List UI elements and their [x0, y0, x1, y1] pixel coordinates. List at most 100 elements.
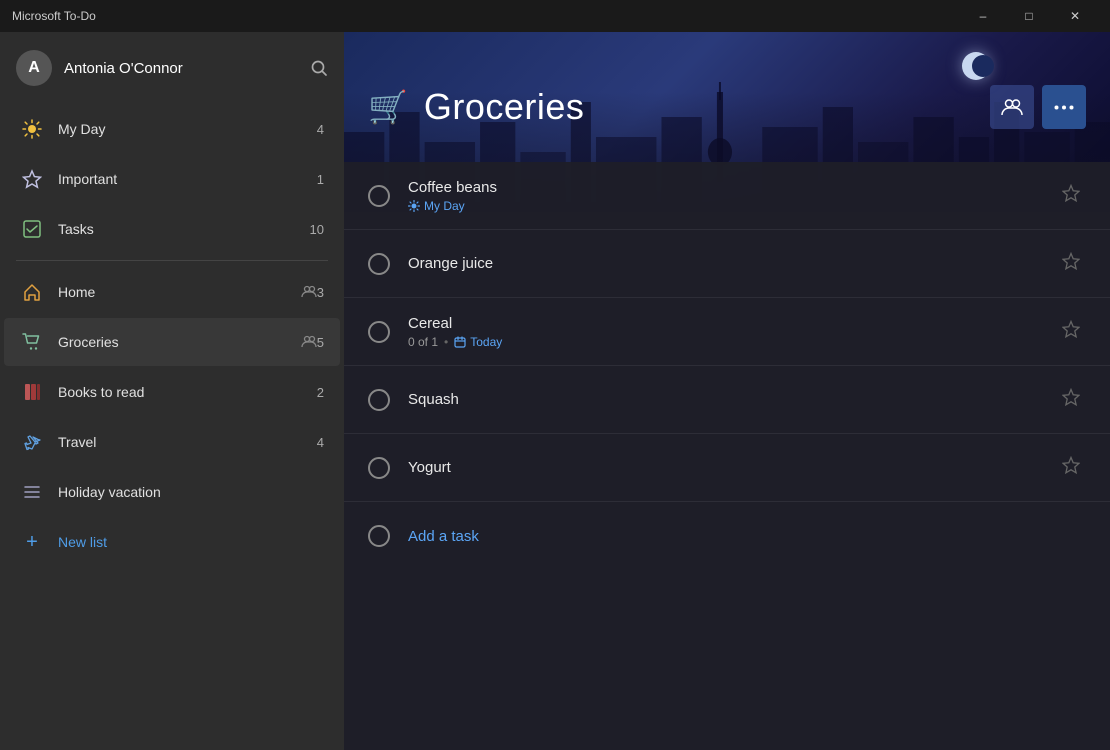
task-meta-cereal: 0 of 1 • Today — [408, 335, 1056, 349]
avatar[interactable]: A — [16, 50, 52, 86]
task-name-yogurt: Yogurt — [408, 459, 1056, 476]
user-header: A Antonia O'Connor — [0, 32, 344, 104]
task-content-yogurt: Yogurt — [408, 459, 1056, 476]
my-day-label: My Day — [58, 121, 317, 137]
sidebar-item-groceries[interactable]: Groceries 5 — [4, 318, 340, 366]
home-icon — [20, 280, 44, 304]
more-options-button[interactable] — [1042, 85, 1086, 129]
add-task-item[interactable]: Add a task — [344, 502, 1110, 570]
more-dots-icon — [1054, 105, 1074, 110]
task-content-orange-juice: Orange juice — [408, 255, 1056, 272]
task-steps-cereal: 0 of 1 — [408, 335, 438, 349]
task-due-cereal: Today — [454, 335, 502, 349]
header-cart-icon: 🛒 — [368, 88, 408, 126]
main-layout: A Antonia O'Connor — [0, 32, 1110, 750]
task-due-label-cereal: Today — [470, 335, 502, 349]
sidebar-item-travel[interactable]: Travel 4 — [4, 418, 340, 466]
content-title: Groceries — [424, 86, 585, 128]
sun-meta-icon — [408, 200, 420, 212]
calendar-icon — [454, 336, 466, 348]
travel-count: 4 — [317, 435, 324, 450]
add-task-label: Add a task — [408, 528, 479, 545]
sidebar-item-important[interactable]: Important 1 — [4, 155, 340, 203]
minimize-button[interactable]: – — [960, 0, 1006, 32]
titlebar: Microsoft To-Do – □ ✕ — [0, 0, 1110, 32]
task-star-cereal[interactable] — [1056, 314, 1086, 349]
plus-icon: + — [20, 530, 44, 554]
app-title: Microsoft To-Do — [12, 9, 96, 23]
user-info: A Antonia O'Connor — [16, 50, 183, 86]
cart-icon — [20, 330, 44, 354]
task-item-cereal[interactable]: Cereal 0 of 1 • Today — [344, 298, 1110, 366]
task-dot-cereal: • — [444, 335, 448, 349]
nav-divider — [16, 260, 328, 261]
my-day-meta-label: My Day — [424, 199, 465, 213]
task-checkbox-cereal[interactable] — [368, 321, 390, 343]
task-list: Coffee beans — [344, 162, 1110, 750]
home-count: 3 — [317, 285, 324, 300]
task-item-yogurt[interactable]: Yogurt — [344, 434, 1110, 502]
task-star-coffee-beans[interactable] — [1056, 178, 1086, 213]
content-area: 🛒 Groceries — [344, 32, 1110, 750]
task-content-coffee-beans: Coffee beans — [408, 179, 1056, 213]
list-icon — [20, 480, 44, 504]
home-shared-icon — [301, 285, 317, 300]
book-icon — [20, 380, 44, 404]
groceries-count: 5 — [317, 335, 324, 350]
sidebar-item-books-to-read[interactable]: Books to read 2 — [4, 368, 340, 416]
sidebar: A Antonia O'Connor — [0, 32, 344, 750]
new-list-item[interactable]: + New list — [4, 518, 340, 566]
star-icon — [20, 167, 44, 191]
task-checkbox-coffee-beans[interactable] — [368, 185, 390, 207]
task-item-squash[interactable]: Squash — [344, 366, 1110, 434]
task-name-squash: Squash — [408, 391, 1056, 408]
sidebar-item-tasks[interactable]: Tasks 10 — [4, 205, 340, 253]
user-name: Antonia O'Connor — [64, 60, 183, 77]
important-count: 1 — [317, 172, 324, 187]
my-day-meta: My Day — [408, 199, 465, 213]
sidebar-item-home[interactable]: Home 3 — [4, 268, 340, 316]
tasks-label: Tasks — [58, 221, 310, 237]
task-content-squash: Squash — [408, 391, 1056, 408]
share-button[interactable] — [990, 85, 1034, 129]
task-meta-coffee-beans: My Day — [408, 199, 1056, 213]
sidebar-item-my-day[interactable]: My Day 4 — [4, 105, 340, 153]
search-button[interactable] — [310, 59, 328, 77]
tasks-count: 10 — [310, 222, 324, 237]
travel-label: Travel — [58, 434, 317, 450]
add-task-circle — [368, 525, 390, 547]
task-name-orange-juice: Orange juice — [408, 255, 1056, 272]
new-list-label: New list — [58, 534, 107, 550]
maximize-button[interactable]: □ — [1006, 0, 1052, 32]
task-name-coffee-beans: Coffee beans — [408, 179, 1056, 196]
sidebar-item-holiday-vacation[interactable]: Holiday vacation — [4, 468, 340, 516]
important-label: Important — [58, 171, 317, 187]
plane-icon — [20, 430, 44, 454]
task-content-cereal: Cereal 0 of 1 • Today — [408, 315, 1056, 349]
task-checkbox-squash[interactable] — [368, 389, 390, 411]
task-checkbox-orange-juice[interactable] — [368, 253, 390, 275]
task-star-squash[interactable] — [1056, 382, 1086, 417]
sun-icon — [20, 117, 44, 141]
header-actions — [990, 85, 1086, 129]
tasks-icon — [20, 217, 44, 241]
close-button[interactable]: ✕ — [1052, 0, 1098, 32]
task-name-cereal: Cereal — [408, 315, 1056, 332]
content-header: 🛒 Groceries — [344, 32, 1110, 162]
task-star-yogurt[interactable] — [1056, 450, 1086, 485]
task-star-orange-juice[interactable] — [1056, 246, 1086, 281]
my-day-count: 4 — [317, 122, 324, 137]
header-left: 🛒 Groceries — [368, 86, 584, 128]
task-item-orange-juice[interactable]: Orange juice — [344, 230, 1110, 298]
search-icon — [310, 59, 328, 77]
task-checkbox-yogurt[interactable] — [368, 457, 390, 479]
books-label: Books to read — [58, 384, 317, 400]
share-people-icon — [1001, 98, 1023, 116]
groceries-shared-icon — [301, 335, 317, 350]
holiday-vacation-label: Holiday vacation — [58, 484, 324, 500]
task-item-coffee-beans[interactable]: Coffee beans — [344, 162, 1110, 230]
window-controls: – □ ✕ — [960, 0, 1098, 32]
books-count: 2 — [317, 385, 324, 400]
groceries-label: Groceries — [58, 334, 295, 350]
home-label: Home — [58, 284, 295, 300]
